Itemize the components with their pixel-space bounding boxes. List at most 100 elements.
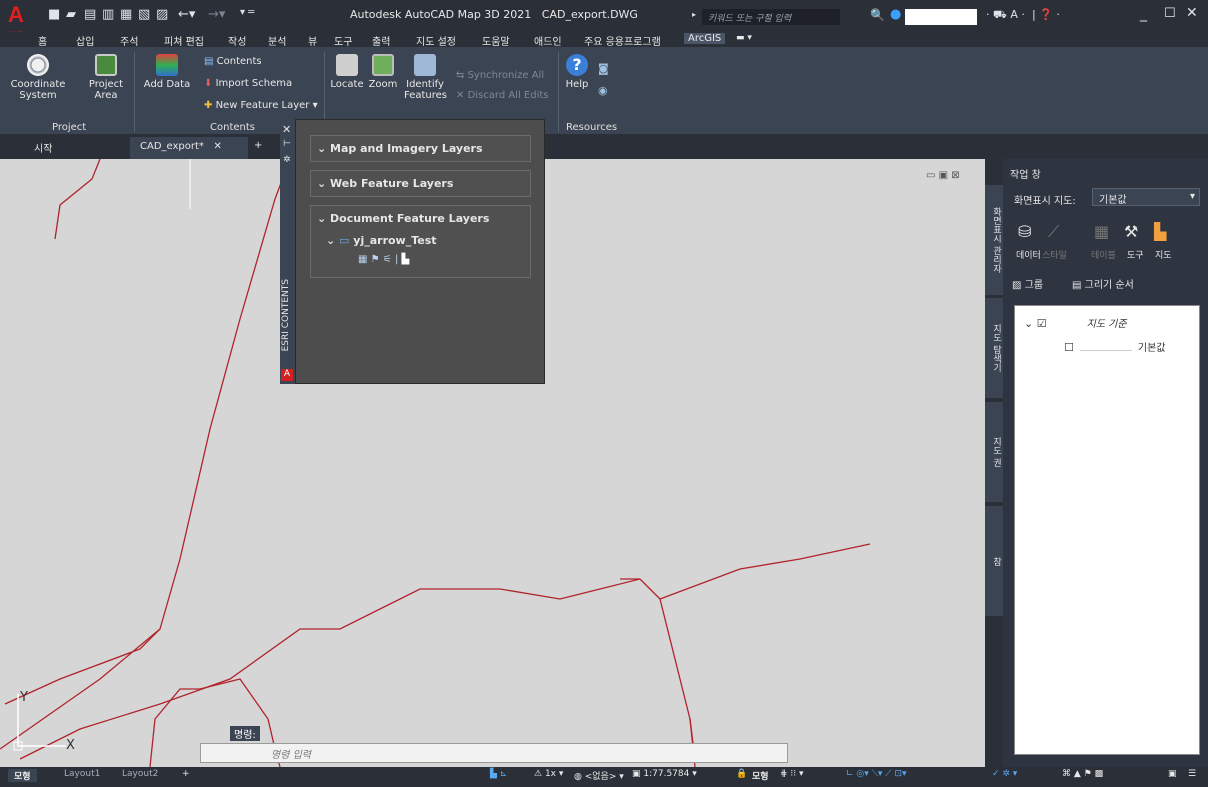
tab-layout2[interactable]: Layout2 (122, 769, 158, 779)
model-space-button[interactable]: 모형 (752, 769, 769, 782)
autohide-icon[interactable]: ⊢ (283, 139, 291, 149)
tab-addins[interactable]: 애드인 (534, 33, 562, 48)
publish-icon[interactable]: ▦ (120, 7, 132, 22)
coordinate-system-button[interactable]: Coordinate System (8, 54, 68, 101)
tab-layout1[interactable]: Layout1 (64, 769, 100, 779)
checkbox-checked[interactable]: ☑ (1037, 317, 1047, 330)
tab-help[interactable]: 도움말 (482, 33, 510, 48)
tab-tools[interactable]: 도구 (334, 33, 352, 48)
draw-order-button[interactable]: ▤ 그리기 순서 (1072, 276, 1134, 291)
tab-arcgis[interactable]: ArcGIS (684, 33, 726, 44)
autocad-logo-icon[interactable]: AMAP (8, 4, 30, 39)
group-label-project: Project (52, 122, 87, 133)
zoom-button[interactable]: Zoom (366, 54, 400, 90)
sign-in-field[interactable] (905, 9, 977, 25)
tab-feature-edit[interactable]: 피쳐 편집 (164, 33, 204, 48)
tab-create[interactable]: 작성 (228, 33, 246, 48)
maximize-icon[interactable]: ☐ (1164, 6, 1176, 21)
ribbon-options-icon[interactable]: ▬ ▾ (736, 33, 752, 43)
tab-featured-apps[interactable]: 주요 응용프로그램 (584, 33, 661, 48)
cart-icon[interactable]: · ⛟ A · (986, 8, 1025, 23)
scale-status[interactable]: ▣ 1:77.5784 ▾ (632, 769, 697, 779)
group-button[interactable]: ▨ 그룹 (1012, 276, 1043, 291)
layer-item[interactable]: ⌄ ▭ yj_arrow_Test (326, 234, 437, 247)
filter-icon[interactable]: ⚟ (383, 254, 395, 265)
redo-icon[interactable]: →▾ (208, 7, 225, 22)
contents-button[interactable]: ▤ Contents (204, 56, 262, 67)
open-icon[interactable]: ▰ (66, 7, 76, 22)
command-input[interactable]: 명령 입력 (200, 743, 788, 763)
section-web-feature-layers[interactable]: ⌄ Web Feature Layers (310, 170, 531, 197)
close-icon[interactable]: ✕ (1186, 5, 1198, 21)
tab-annotate[interactable]: 주석 (120, 33, 138, 48)
discard-all-edits-button[interactable]: ✕ Discard All Edits (456, 90, 549, 101)
style-tool[interactable]: ⟋ (1048, 222, 1059, 242)
tab-analyze[interactable]: 분석 (268, 33, 286, 48)
tab-start[interactable]: 시작 (34, 140, 52, 155)
customize-status-icon[interactable]: ☰ (1188, 769, 1196, 779)
locate-button[interactable]: Locate (330, 54, 364, 90)
annotation-icon[interactable]: ✓ ✲ ▾ (992, 769, 1017, 779)
viewport-controls-icon[interactable]: ▭ ▣ ⊠ (926, 170, 960, 181)
tab-map-setup[interactable]: 지도 설정 (416, 33, 456, 48)
panel-settings-icon[interactable]: ✲ (283, 155, 291, 165)
ortho-icon[interactable]: ∟ ◎▾ ⟍▾ ⟋ ⊡▾ (846, 769, 907, 779)
search-input[interactable]: 키워드 또는 구절 입력 (702, 9, 840, 25)
annotation-scale[interactable]: ⚠ 1x ▾ (534, 769, 563, 779)
grid-icon[interactable]: ⋕ ⁝⁝ ▾ (780, 769, 804, 779)
help-button[interactable]: ? Help (562, 54, 592, 90)
map-select[interactable]: 기본값 ▾ (1092, 188, 1200, 206)
lock-icon[interactable]: 🔒 (736, 769, 747, 779)
plot-icon[interactable]: ▧ (138, 7, 150, 22)
print-icon[interactable]: ▨ (156, 7, 168, 22)
minimize-icon[interactable]: _ (1140, 6, 1147, 22)
table-tool[interactable]: ▦ (1094, 222, 1109, 241)
add-data-button[interactable]: Add Data (140, 54, 194, 90)
tab-model[interactable]: 모형 (8, 769, 37, 782)
new-icon[interactable]: ■ (48, 7, 60, 22)
coordinates-icon[interactable]: ▙ ⊾ (490, 769, 507, 779)
tab-document[interactable]: CAD_export* ✕ (130, 137, 248, 159)
add-layout-icon[interactable]: + (182, 769, 190, 779)
fullscreen-icon[interactable]: ▣ (1168, 769, 1177, 779)
tools-tool[interactable]: ⚒ (1124, 222, 1138, 241)
saveas-icon[interactable]: ▥ (102, 7, 114, 22)
tab-output[interactable]: 출력 (372, 33, 390, 48)
project-area-button[interactable]: Project Area (82, 54, 130, 101)
attribute-table-icon[interactable]: ▦ (358, 254, 371, 265)
tab-view[interactable]: 뷰 (308, 33, 317, 48)
tree-child[interactable]: ☐ 기본값 (1064, 339, 1165, 354)
tab-insert[interactable]: 삽입 (76, 33, 94, 48)
help-menu-icon[interactable]: | ❓ · (1032, 8, 1060, 21)
map-label: 화면표시 지도: (1014, 196, 1076, 207)
workspace-icon[interactable]: ⌘ ▲ ⚑ ▩ (1062, 769, 1103, 779)
search-expand-icon[interactable]: ▸ (692, 10, 696, 19)
vtab-display-manager[interactable]: 화면표시 관리자 (985, 185, 1003, 295)
community-icon[interactable]: ◉ (598, 84, 608, 97)
tab-home[interactable]: 홈 (38, 33, 47, 48)
vtab-survey[interactable]: 참 (985, 506, 1003, 616)
tree-root[interactable]: ⌄ ☑ 지도 기준 (1024, 315, 1127, 330)
undo-icon[interactable]: ←▾ (178, 7, 195, 22)
vtab-map-book[interactable]: 지도 권 (985, 402, 1003, 502)
checkbox-unchecked[interactable]: ☐ (1064, 341, 1074, 354)
resource-icon[interactable]: ◙ (598, 62, 609, 75)
new-feature-layer-button[interactable]: ✚ New Feature Layer ▾ (204, 100, 318, 111)
identify-features-button[interactable]: Identify Features (404, 54, 447, 101)
quick-access-dropdown-icon[interactable]: ▾ ═ (240, 7, 254, 18)
remove-layer-icon[interactable]: ▙ (402, 254, 410, 265)
section-map-imagery-layers[interactable]: ⌄ Map and Imagery Layers (310, 135, 531, 162)
data-tool[interactable]: ⛁ (1018, 222, 1031, 241)
close-tab-icon[interactable]: ✕ (213, 141, 221, 152)
search-icon[interactable]: 🔍 (870, 8, 885, 22)
import-schema-button[interactable]: ⬇ Import Schema (204, 78, 292, 89)
user-icon[interactable]: ● (890, 7, 901, 22)
coordinate-system-status[interactable]: ◍ <없음> ▾ (574, 769, 624, 782)
map-tool[interactable]: ▙ (1154, 222, 1166, 241)
synchronize-all-button[interactable]: ⇆ Synchronize All (456, 70, 544, 81)
vtab-map-explorer[interactable]: 지도 탐색기 (985, 298, 1003, 398)
save-icon[interactable]: ▤ (84, 7, 96, 22)
close-panel-icon[interactable]: ✕ (282, 123, 291, 136)
identify-small-icon[interactable]: ⚑ (371, 254, 383, 265)
new-tab-icon[interactable]: + (254, 140, 262, 151)
